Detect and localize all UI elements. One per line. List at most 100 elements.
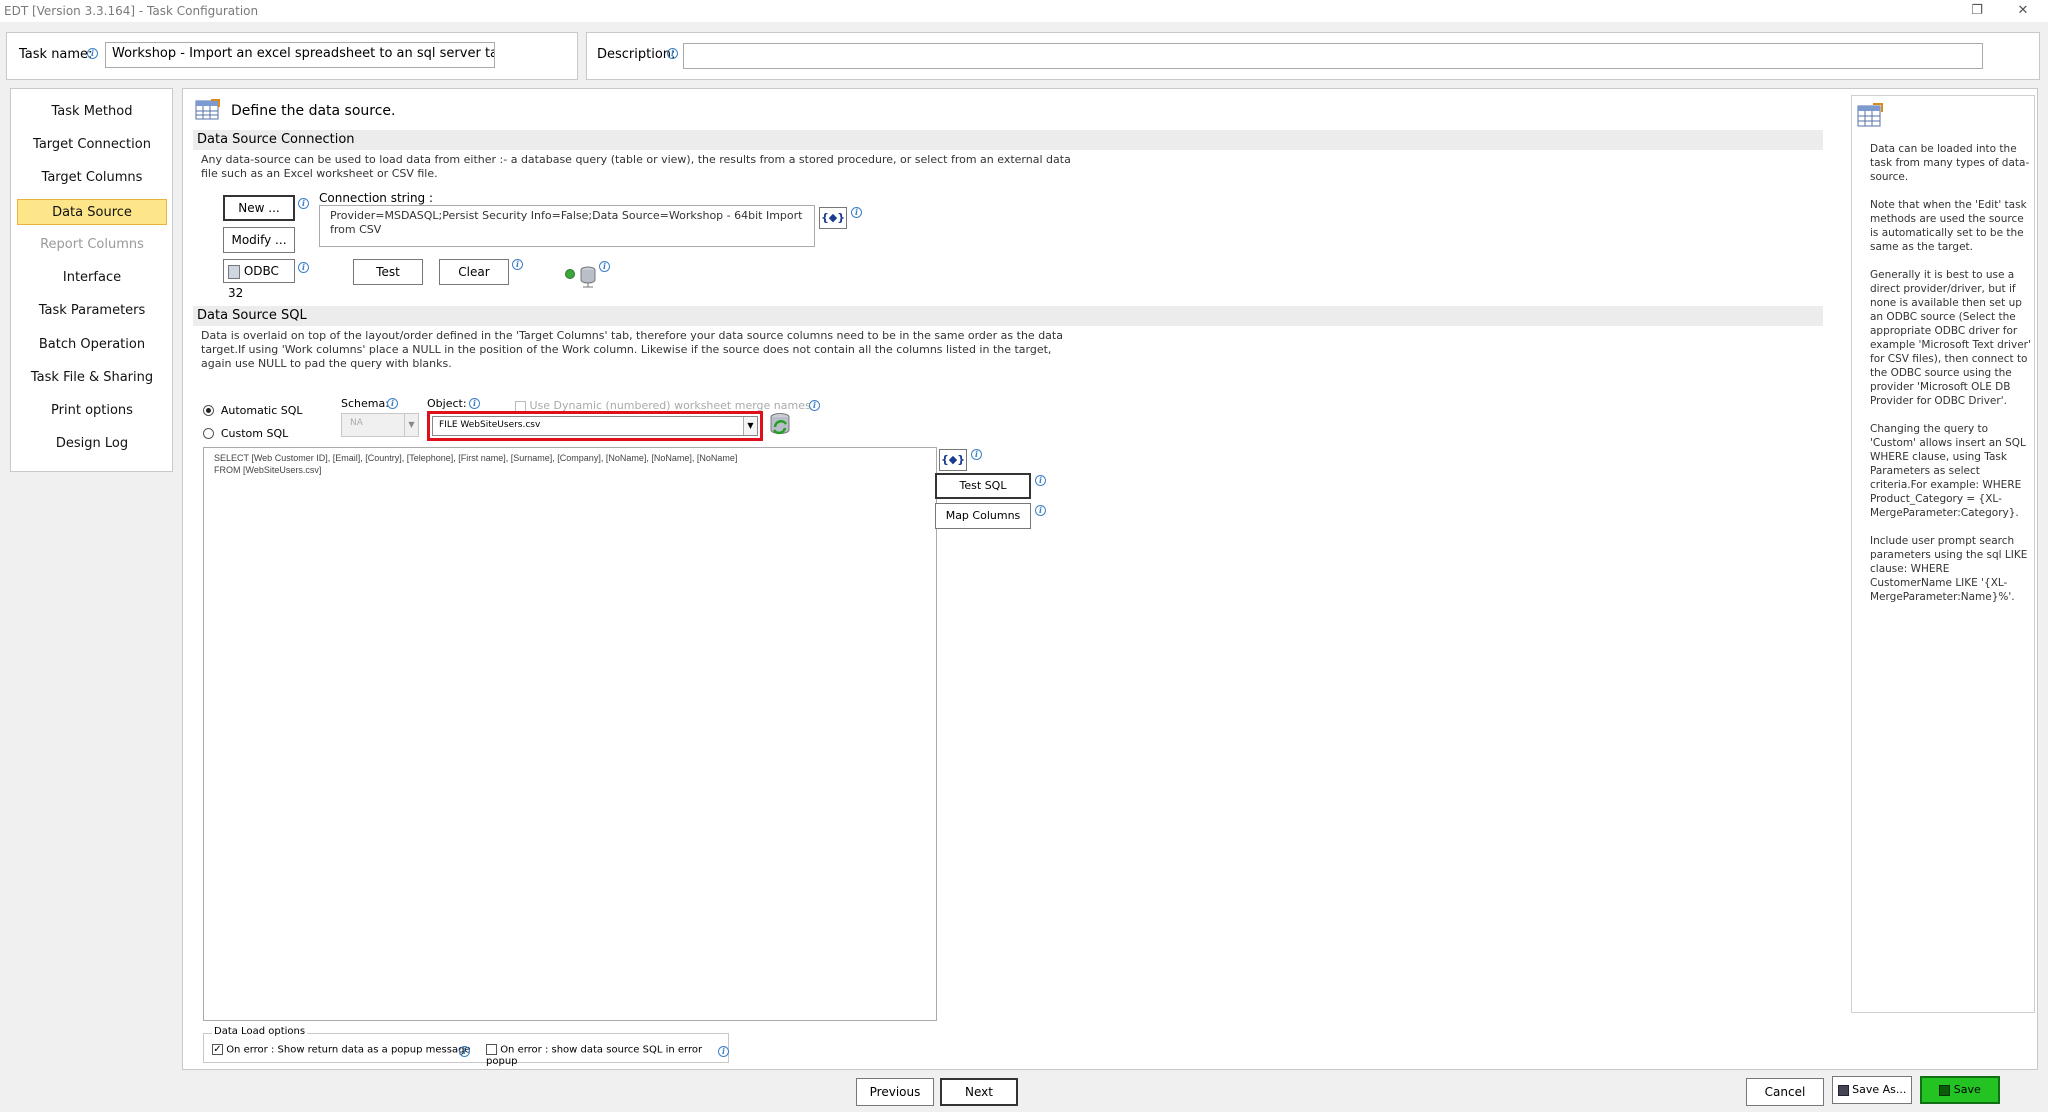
sidebar: Task Method Target Connection Target Col… [10, 88, 173, 472]
show-sql-info-icon[interactable]: i [718, 1046, 729, 1057]
sidebar-item-target-columns[interactable]: Target Columns [17, 165, 167, 191]
object-value: FILE WebSiteUsers.csv [439, 420, 541, 430]
description-label: Description: [597, 47, 676, 62]
sidebar-item-design-log[interactable]: Design Log [17, 431, 167, 457]
show-return-data-info-icon[interactable]: i [459, 1046, 470, 1057]
object-select-highlight: FILE WebSiteUsers.csv ▼ [427, 411, 763, 441]
show-return-data-checkbox[interactable]: ✓ [212, 1044, 223, 1055]
connection-parameter-info-icon[interactable]: i [851, 207, 862, 218]
clear-connection-button[interactable]: Clear [439, 259, 509, 285]
sql-parameter-button[interactable]: {◆} [939, 449, 967, 471]
save-as-label: Save As... [1852, 1083, 1907, 1096]
help-paragraph: Note that when the 'Edit' task methods a… [1870, 199, 2027, 253]
show-return-data-option[interactable]: ✓ On error : Show return data as a popup… [212, 1044, 471, 1056]
chevron-down-icon[interactable]: ▼ [743, 417, 757, 435]
object-select[interactable]: FILE WebSiteUsers.csv ▼ [432, 416, 758, 436]
table-icon [195, 99, 221, 124]
help-panel: Data can be loaded into the task from ma… [1851, 95, 2035, 1013]
object-label: Object: [427, 397, 467, 410]
save-button[interactable]: Save [1920, 1076, 2000, 1104]
map-columns-button[interactable]: Map Columns [935, 503, 1031, 529]
task-name-input[interactable]: Workshop - Import an excel spreadsheet t… [105, 42, 495, 68]
connection-status-icon [565, 269, 575, 279]
custom-sql-label: Custom SQL [220, 427, 289, 440]
show-sql-checkbox[interactable] [486, 1044, 497, 1055]
show-return-data-label: On error : Show return data as a popup m… [226, 1044, 471, 1056]
page-title: Define the data source. [231, 103, 396, 119]
show-sql-option[interactable]: On error : show data source SQL in error… [486, 1044, 728, 1067]
automatic-sql-option[interactable]: Automatic SQL [203, 403, 303, 417]
table-icon [1856, 102, 1884, 131]
description-info-icon[interactable]: i [667, 48, 678, 59]
custom-sql-option[interactable]: Custom SQL [203, 426, 288, 440]
connection-string-input[interactable]: Provider=MSDASQL;Persist Security Info=F… [319, 205, 815, 247]
connection-status-info-icon[interactable]: i [599, 261, 610, 272]
odbc32-button[interactable]: ODBC 32 [223, 259, 295, 300]
dynamic-merge-checkbox [515, 400, 526, 412]
save-icon [1837, 1084, 1849, 1096]
connection-parameter-button[interactable]: {◆} [819, 207, 847, 229]
task-name-info-icon[interactable]: i [87, 48, 98, 59]
test-sql-info-icon[interactable]: i [1035, 475, 1046, 486]
sql-parameter-info-icon[interactable]: i [971, 449, 982, 460]
help-paragraph: Include user prompt search parameters us… [1870, 535, 2028, 603]
sidebar-item-task-parameters[interactable]: Task Parameters [17, 298, 167, 324]
save-icon [1939, 1084, 1951, 1096]
show-sql-label: On error : show data source SQL in error… [486, 1044, 703, 1067]
help-panel-text: Data can be loaded into the task from ma… [1870, 142, 2032, 618]
sidebar-item-print-options[interactable]: Print options [17, 398, 167, 424]
close-icon[interactable]: ✕ [2000, 0, 2046, 22]
clear-info-icon[interactable]: i [512, 259, 523, 270]
previous-button[interactable]: Previous [856, 1078, 934, 1106]
window-title: EDT [Version 3.3.164] - Task Configurati… [4, 4, 259, 18]
main-panel: Define the data source. Data Source Conn… [182, 88, 2038, 1070]
test-connection-button[interactable]: Test [353, 259, 423, 285]
description-panel: Description: i [586, 32, 2040, 80]
object-info-icon[interactable]: i [469, 398, 480, 409]
sql-section-heading: Data Source SQL [193, 306, 1823, 326]
help-paragraph: Changing the query to 'Custom' allows in… [1870, 423, 2026, 519]
new-connection-info-icon[interactable]: i [298, 198, 309, 209]
sidebar-item-batch-operation[interactable]: Batch Operation [17, 332, 167, 358]
data-load-options-legend: Data Load options [212, 1026, 308, 1037]
sidebar-item-task-method[interactable]: Task Method [17, 99, 167, 125]
save-as-button[interactable]: Save As... [1832, 1076, 1912, 1104]
schema-select: NA ▼ [341, 413, 419, 437]
connection-string-label: Connection string : [319, 191, 434, 205]
odbc32-info-icon[interactable]: i [298, 262, 309, 273]
restore-icon[interactable]: ❐ [1954, 0, 2000, 22]
next-button[interactable]: Next [940, 1078, 1018, 1106]
help-paragraph: Data can be loaded into the task from ma… [1870, 143, 2030, 183]
connection-help-text: Any data-source can be used to load data… [201, 153, 1071, 180]
help-paragraph: Generally it is best to use a direct pro… [1870, 269, 2031, 407]
task-name-label: Task name: [19, 47, 93, 62]
save-label: Save [1953, 1083, 1981, 1096]
map-columns-info-icon[interactable]: i [1035, 505, 1046, 516]
cancel-button[interactable]: Cancel [1746, 1078, 1824, 1106]
sidebar-item-target-connection[interactable]: Target Connection [17, 132, 167, 158]
automatic-sql-radio[interactable] [203, 405, 214, 416]
schema-label: Schema: [341, 397, 389, 410]
test-sql-button[interactable]: Test SQL [935, 473, 1031, 499]
sql-query-editor[interactable]: SELECT [Web Customer ID], [Email], [Coun… [203, 447, 937, 1021]
modify-connection-button[interactable]: Modify ... [223, 227, 295, 253]
schema-info-icon[interactable]: i [387, 398, 398, 409]
sidebar-item-interface[interactable]: Interface [17, 265, 167, 291]
refresh-database-icon[interactable] [767, 411, 793, 437]
connection-section-heading: Data Source Connection [193, 130, 1823, 150]
schema-value: NA [350, 418, 363, 428]
odbc-icon [228, 264, 240, 279]
new-connection-button[interactable]: New ... [223, 195, 295, 221]
custom-sql-radio[interactable] [203, 428, 214, 439]
sql-help-text: Data is overlaid on top of the layout/or… [201, 329, 1063, 370]
sidebar-item-data-source[interactable]: Data Source [17, 199, 167, 225]
dynamic-merge-info-icon[interactable]: i [809, 400, 820, 411]
database-icon [579, 266, 597, 291]
data-load-options-group: Data Load options ✓ On error : Show retu… [203, 1026, 729, 1067]
description-input[interactable] [683, 43, 1983, 69]
sql-query-line: SELECT [Web Customer ID], [Email], [Coun… [214, 453, 738, 463]
automatic-sql-label: Automatic SQL [220, 404, 303, 417]
title-bar: EDT [Version 3.3.164] - Task Configurati… [0, 0, 2048, 22]
sidebar-item-task-file-sharing[interactable]: Task File & Sharing [17, 365, 167, 391]
sql-query-line: FROM [WebSiteUsers.csv] [214, 465, 322, 475]
